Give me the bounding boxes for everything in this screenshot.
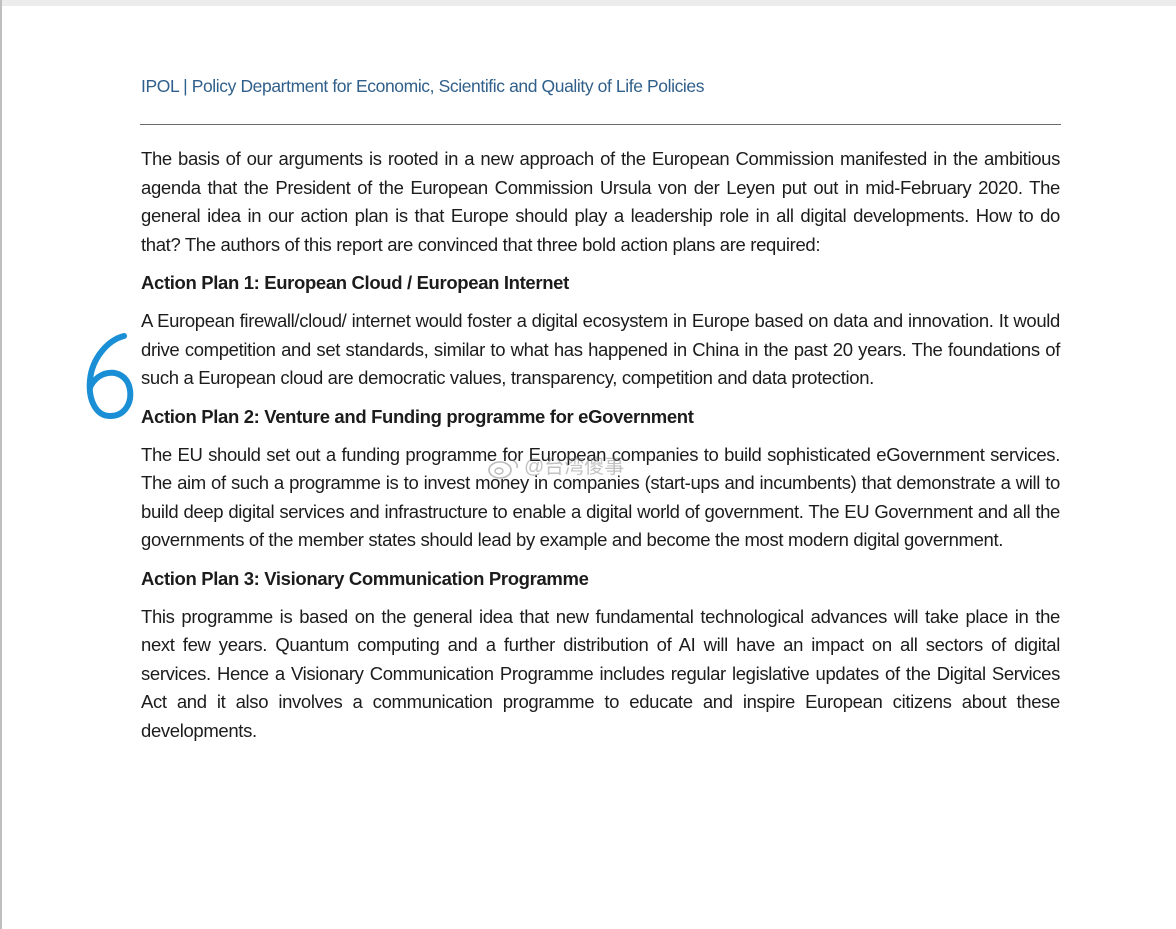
action-plan-1-heading: Action Plan 1: European Cloud / European…: [141, 272, 569, 293]
action-plan-2-heading: Action Plan 2: Venture and Funding progr…: [141, 405, 694, 427]
watermark-text: @台湾傻事: [524, 456, 625, 478]
weibo-watermark: @台湾傻事: [486, 450, 624, 480]
header-divider: [140, 124, 1061, 125]
action-plan-3-paragraph: This programme is based on the general i…: [141, 605, 1060, 741]
action-plan-1-paragraph: A European firewall/cloud/ internet woul…: [141, 310, 1060, 388]
weibo-logo-icon: [488, 458, 518, 479]
document-page: IPOL | Policy Department for Economic, S…: [0, 0, 1176, 929]
action-plan-3-heading: Action Plan 3: Visionary Communication P…: [141, 567, 589, 589]
handwritten-six-mark: [86, 333, 134, 419]
document-body: The basis of our arguments is rooted in …: [141, 145, 1060, 745]
intro-paragraph: The basis of our arguments is rooted in …: [141, 148, 1060, 255]
page-header: IPOL | Policy Department for Economic, S…: [141, 76, 705, 96]
